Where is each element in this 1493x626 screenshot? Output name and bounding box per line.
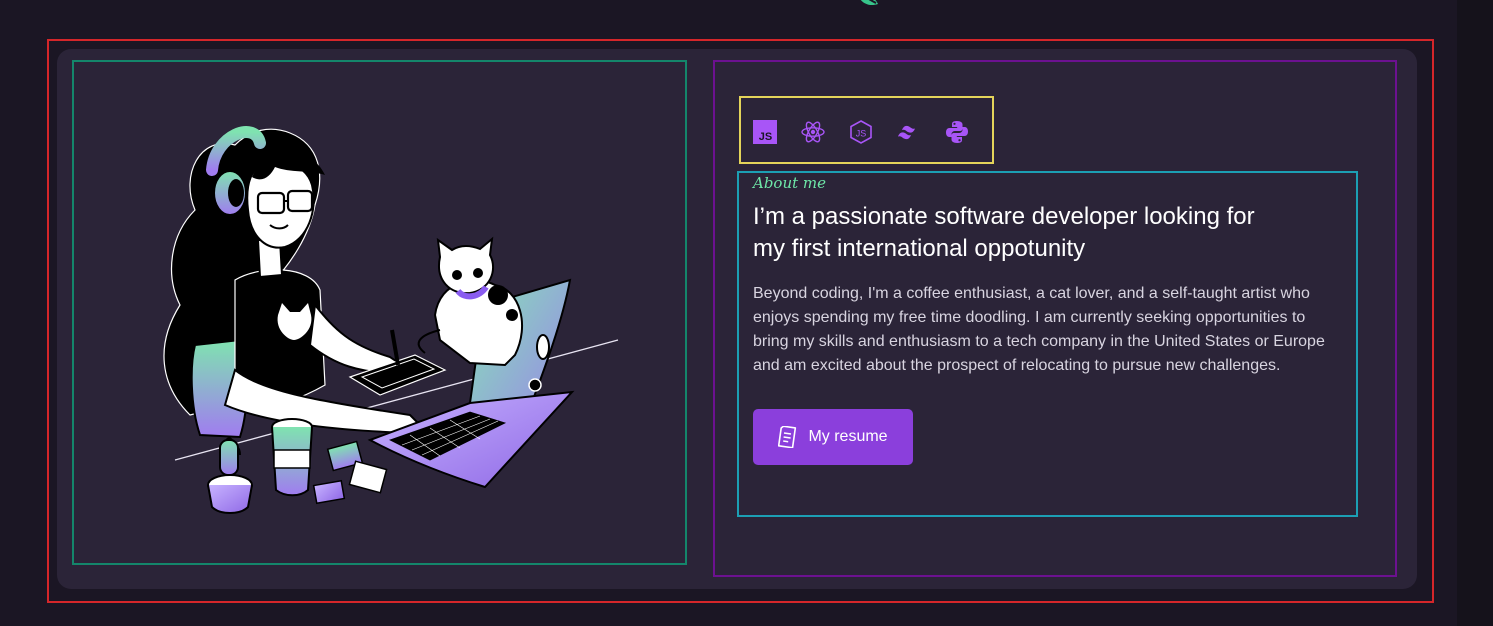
cat-tail bbox=[417, 329, 441, 354]
developer-illustration bbox=[163, 126, 619, 514]
cat-head bbox=[436, 236, 495, 295]
headline: I’m a passionate software developer look… bbox=[753, 201, 1313, 265]
bio-line-2: enjoys spending my free time doodling. I… bbox=[753, 309, 1306, 326]
javascript-icon: JS bbox=[753, 120, 777, 144]
resume-button[interactable]: My resume bbox=[753, 409, 913, 465]
bio-line-1: Beyond coding, I'm a coffee enthusiast, … bbox=[753, 285, 1310, 302]
bio-line-4: and am excited about the prospect of rel… bbox=[753, 357, 1281, 374]
bio-text: Beyond coding, I'm a coffee enthusiast, … bbox=[753, 282, 1343, 378]
document-icon bbox=[778, 426, 797, 448]
react-icon bbox=[801, 121, 825, 143]
leaf-icon bbox=[860, 0, 878, 5]
bio-line-3: bring my skills and enthusiasm to a tech… bbox=[753, 333, 1325, 350]
scroll-gutter bbox=[1457, 0, 1493, 626]
resume-button-label: My resume bbox=[808, 428, 888, 445]
nodejs-icon: JS bbox=[850, 120, 872, 144]
svg-text:JS: JS bbox=[856, 129, 867, 139]
svg-text:JS: JS bbox=[759, 131, 772, 143]
headline-line-2: my first international oppotunity bbox=[753, 235, 1086, 262]
python-icon bbox=[946, 121, 968, 143]
tailwind-icon bbox=[898, 125, 915, 140]
headline-line-1: I’m a passionate software developer look… bbox=[753, 203, 1255, 230]
section-label: About me bbox=[753, 174, 827, 192]
